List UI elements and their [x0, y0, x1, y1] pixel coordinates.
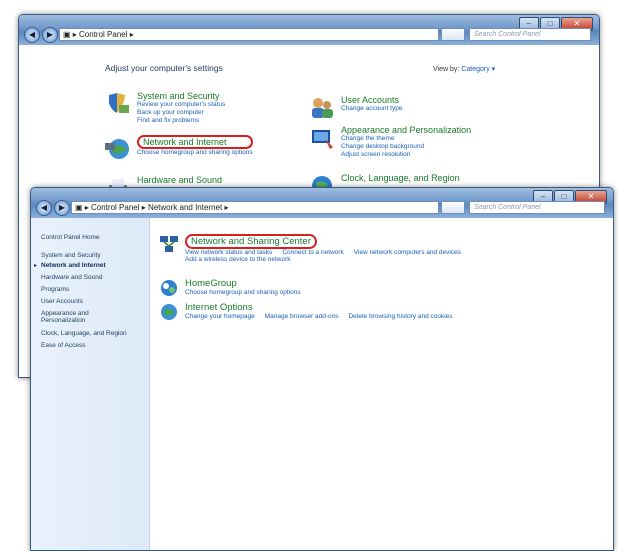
- network-sharing-center-link-highlighted[interactable]: Network and Sharing Center: [185, 234, 317, 249]
- category-title[interactable]: User Accounts: [341, 95, 402, 105]
- category-link[interactable]: Find and fix problems: [137, 117, 225, 125]
- sidebar-item-network-internet[interactable]: Network and Internet: [41, 262, 106, 269]
- title-bar[interactable]: – □ ✕ ◀ ▶ ▣ ▸ Control Panel ▸ Network an…: [31, 188, 613, 218]
- section-link[interactable]: View network computers and devices: [354, 249, 461, 256]
- category-link[interactable]: Back up your computer: [137, 109, 225, 117]
- refresh-button[interactable]: [441, 201, 465, 214]
- homegroup-icon: [159, 278, 179, 298]
- section-network-sharing-center: Network and Sharing Center View network …: [159, 234, 461, 263]
- category-link[interactable]: Choose homegroup and sharing options: [137, 149, 253, 157]
- sidebar: Control Panel Home System and Security ▸…: [31, 218, 150, 550]
- title-bar[interactable]: – □ ✕ ◀ ▶ ▣ ▸ Control Panel ▸ Search Con…: [19, 15, 599, 45]
- category-title[interactable]: Appearance and Personalization: [341, 125, 471, 135]
- back-button[interactable]: ◀: [24, 27, 40, 43]
- sidebar-item-hardware-sound[interactable]: Hardware and Sound: [41, 274, 102, 281]
- shield-icon: [105, 91, 131, 117]
- section-links: Choose homegroup and sharing options: [185, 289, 301, 296]
- search-input[interactable]: Search Control Panel: [469, 28, 591, 41]
- section-sub-link[interactable]: Add a wireless device to the network: [185, 256, 461, 263]
- network-internet-window: – □ ✕ ◀ ▶ ▣ ▸ Control Panel ▸ Network an…: [30, 187, 614, 551]
- category-appearance[interactable]: Appearance and Personalization Change th…: [309, 125, 471, 159]
- back-button[interactable]: ◀: [36, 200, 52, 216]
- address-bar[interactable]: ▣ ▸ Control Panel ▸ Network and Internet…: [71, 201, 439, 214]
- section-link[interactable]: View network status and tasks: [185, 249, 272, 256]
- section-link[interactable]: Change your homepage: [185, 313, 255, 320]
- category-network-internet[interactable]: Network and Internet Choose homegroup an…: [105, 135, 253, 161]
- sidebar-item-control-panel-home[interactable]: Control Panel Home: [41, 234, 100, 241]
- sidebar-item-clock-language[interactable]: Clock, Language, and Region: [41, 330, 127, 337]
- network-internet-link-highlighted[interactable]: Network and Internet: [137, 135, 253, 149]
- view-by[interactable]: View by: Category ▾: [433, 65, 495, 73]
- search-input[interactable]: Search Control Panel: [469, 201, 605, 214]
- nav-buttons: ◀ ▶: [24, 27, 60, 43]
- sidebar-item-ease-of-access[interactable]: Ease of Access: [41, 342, 85, 349]
- section-internet-options: Internet Options Change your homepage Ma…: [159, 302, 453, 322]
- section-link[interactable]: Connect to a network: [282, 249, 343, 256]
- category-user-accounts[interactable]: User Accounts Change account type: [309, 95, 402, 121]
- address-bar[interactable]: ▣ ▸ Control Panel ▸: [59, 28, 439, 41]
- sidebar-item-programs[interactable]: Programs: [41, 286, 69, 293]
- active-marker-icon: ▸: [34, 263, 38, 269]
- refresh-button[interactable]: [441, 28, 465, 41]
- network-sharing-icon: [159, 234, 179, 254]
- view-by-label: View by:: [433, 66, 460, 73]
- address-path: ▣ ▸ Control Panel ▸: [63, 30, 134, 39]
- category-system-security[interactable]: System and Security Review your computer…: [105, 91, 225, 125]
- category-link[interactable]: Change account type: [341, 105, 402, 113]
- main-content: Control Panel Home System and Security ▸…: [31, 218, 613, 550]
- category-link[interactable]: Change desktop background: [341, 143, 471, 151]
- internet-options-link[interactable]: Internet Options: [185, 302, 453, 313]
- users-icon: [309, 95, 335, 121]
- section-link[interactable]: Choose homegroup and sharing options: [185, 289, 301, 296]
- appearance-icon: [309, 125, 335, 151]
- section-link[interactable]: Manage browser add-ons: [265, 313, 339, 320]
- address-path: ▣ ▸ Control Panel ▸ Network and Internet…: [75, 203, 229, 212]
- internet-options-icon: [159, 302, 179, 322]
- page-heading: Adjust your computer's settings: [105, 63, 223, 73]
- category-title[interactable]: Clock, Language, and Region: [341, 173, 460, 183]
- section-link[interactable]: Delete browsing history and cookies: [348, 313, 452, 320]
- category-link[interactable]: Review your computer's status: [137, 101, 225, 109]
- sidebar-item-appearance[interactable]: Appearance and Personalization: [41, 310, 113, 324]
- section-links: View network status and tasks Connect to…: [185, 249, 461, 256]
- category-title[interactable]: System and Security: [137, 91, 225, 101]
- nav-buttons: ◀ ▶: [36, 200, 72, 216]
- network-globe-icon: [105, 135, 131, 161]
- sidebar-item-user-accounts[interactable]: User Accounts: [41, 298, 83, 305]
- category-title[interactable]: Hardware and Sound: [137, 175, 222, 185]
- homegroup-link[interactable]: HomeGroup: [185, 278, 301, 289]
- forward-button[interactable]: ▶: [54, 200, 70, 216]
- category-link[interactable]: Change the theme: [341, 135, 471, 143]
- sidebar-item-system-security[interactable]: System and Security: [41, 252, 101, 259]
- forward-button[interactable]: ▶: [42, 27, 58, 43]
- section-links: Change your homepage Manage browser add-…: [185, 313, 453, 320]
- section-homegroup: HomeGroup Choose homegroup and sharing o…: [159, 278, 301, 298]
- category-link[interactable]: Adjust screen resolution: [341, 151, 471, 159]
- view-by-dropdown[interactable]: Category ▾: [461, 66, 495, 73]
